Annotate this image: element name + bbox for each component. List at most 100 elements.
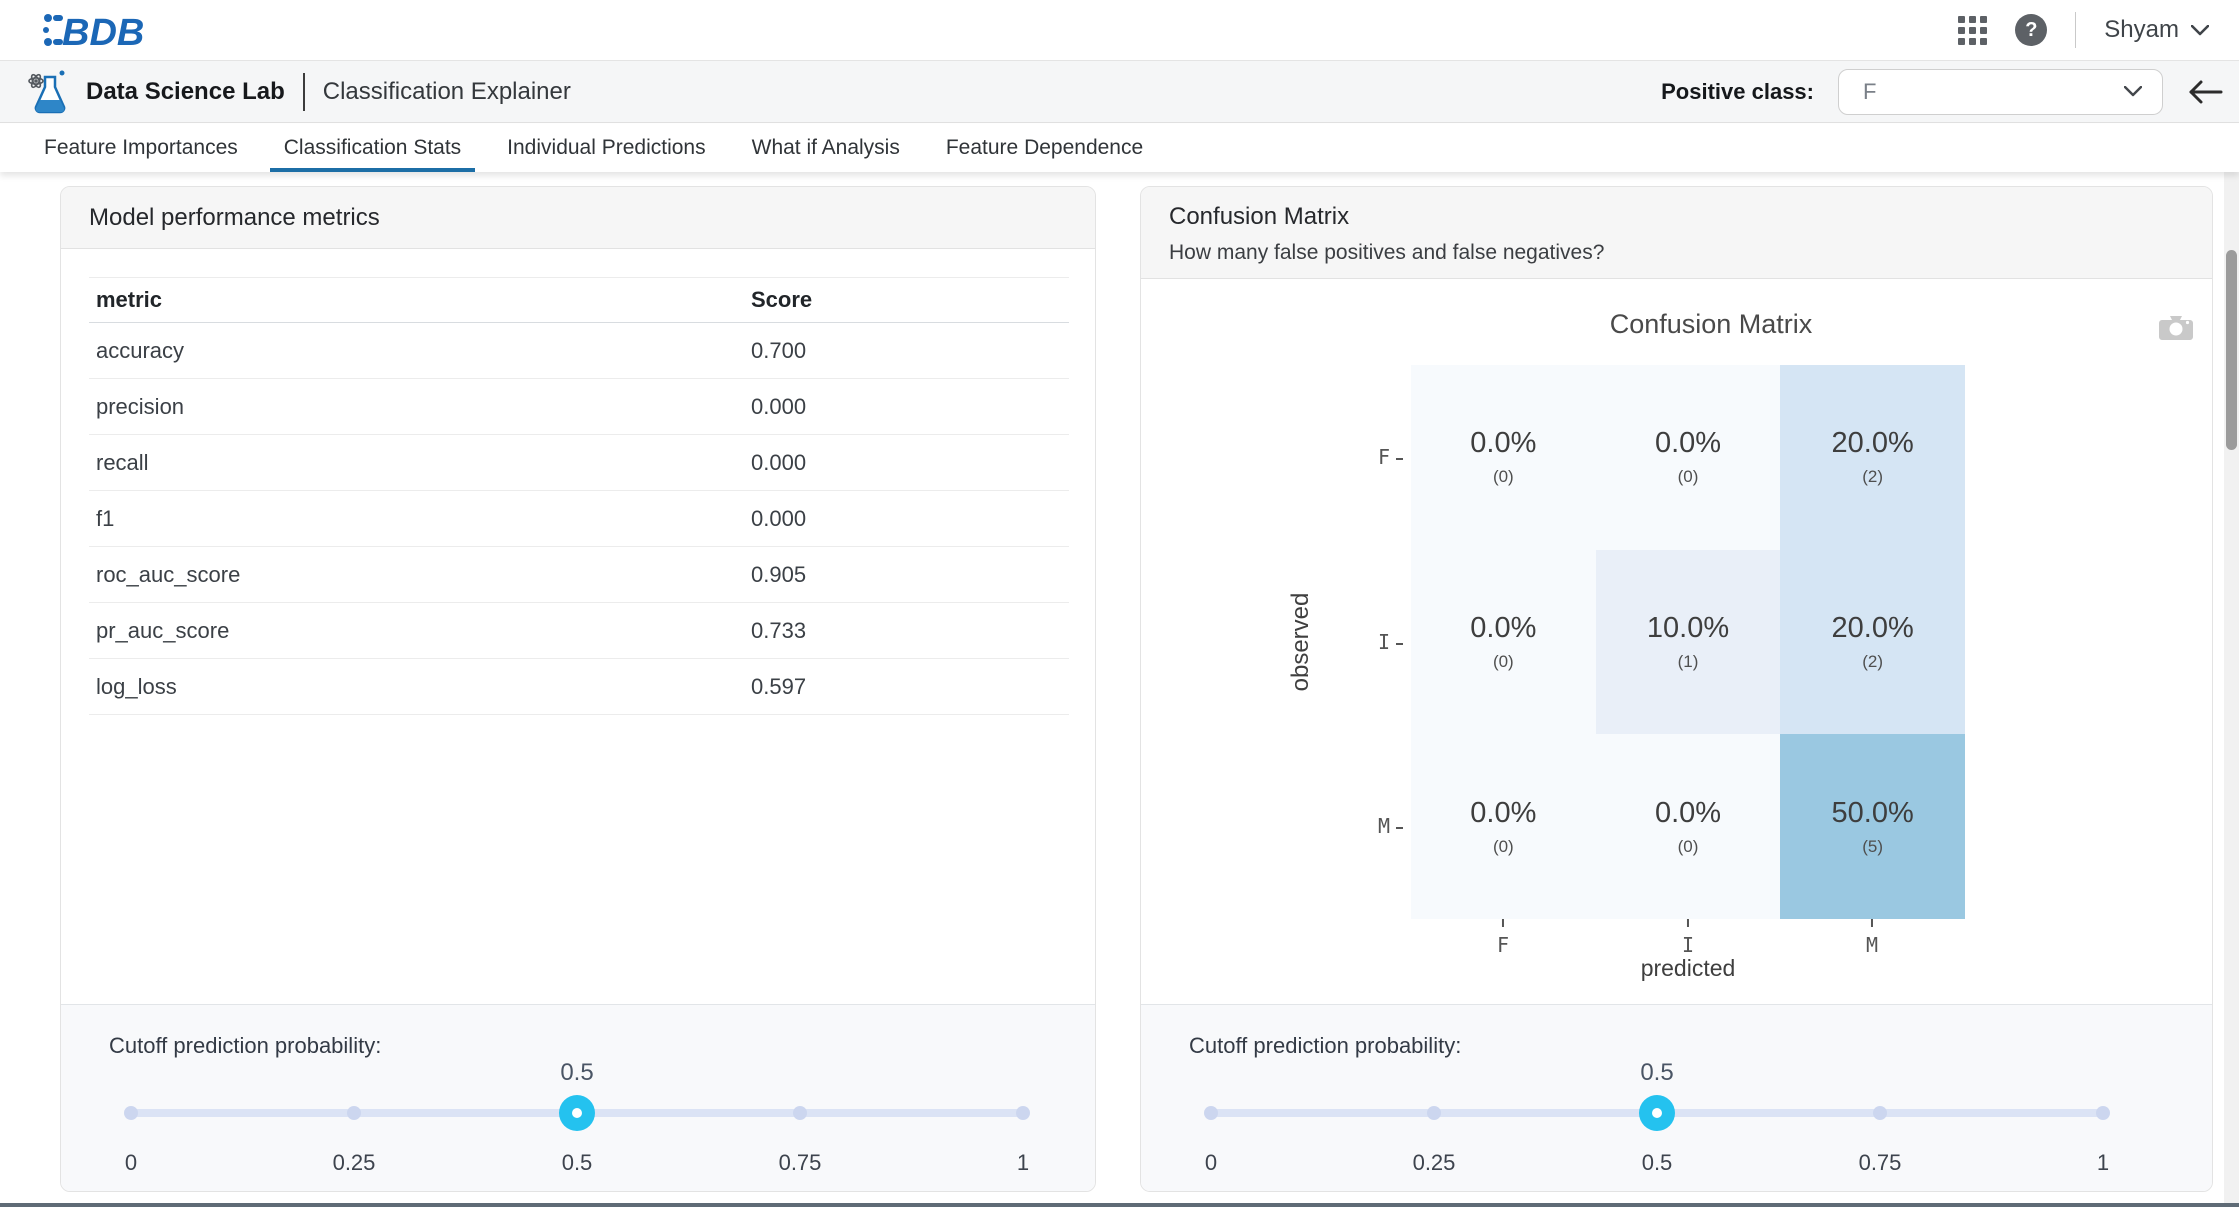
confusion-matrix-header: Confusion Matrix How many false positive… [1141,187,2212,279]
heatmap-cell-F-I[interactable]: 0.0% (0) [1596,365,1781,550]
heatmap-cell-M-F[interactable]: 0.0% (0) [1411,734,1596,919]
table-row: log_loss 0.597 [89,659,1069,715]
slider-scale-label: 1 [1017,1150,1029,1176]
plot-title: Confusion Matrix [1610,309,1813,340]
cell-count: (2) [1862,467,1883,487]
confusion-matrix-heatmap[interactable]: 0.0% (0) 0.0% (0) 20.0% (2) 0.0% (0) 10.… [1411,365,1965,919]
topbar-divider [2075,12,2076,48]
heatmap-cell-F-F[interactable]: 0.0% (0) [1411,365,1596,550]
svg-text:BDB: BDB [62,12,144,54]
scrollbar-thumb[interactable] [2226,250,2237,450]
slider-tick [1427,1106,1441,1120]
heatmap-cell-I-F[interactable]: 0.0% (0) [1411,550,1596,735]
heatmap-cell-F-M[interactable]: 20.0% (2) [1780,365,1965,550]
xtick-M: M [1866,919,1878,957]
metric-name: recall [89,450,751,476]
metric-name: log_loss [89,674,751,700]
slider-scale-label: 0.75 [1859,1150,1902,1176]
cell-percent: 0.0% [1470,427,1536,460]
slider-tick [793,1106,807,1120]
cell-count: (5) [1862,837,1883,857]
slider-scale-label: 0.25 [333,1150,376,1176]
slider-handle[interactable] [559,1095,595,1131]
heatmap-cell-M-M[interactable]: 50.0% (5) [1780,734,1965,919]
cell-percent: 0.0% [1655,797,1721,830]
user-menu[interactable]: Shyam [2104,16,2209,44]
heatmap-cell-I-M[interactable]: 20.0% (2) [1780,550,1965,735]
metrics-table-header: metric Score [89,278,1069,323]
xaxis-title: predicted [1641,955,1736,982]
cell-count: (0) [1678,467,1699,487]
app-header-bar: Data Science Lab Classification Explaine… [0,61,2239,123]
help-icon[interactable]: ? [2015,14,2047,46]
cell-count: (0) [1493,837,1514,857]
window-bottom-edge [0,1203,2239,1207]
confusion-matrix-title: Confusion Matrix [1169,203,2212,231]
back-arrow-button[interactable] [2187,79,2223,105]
data-science-lab-icon [28,69,70,115]
table-row: recall 0.000 [89,435,1069,491]
ytick-I: I [1291,630,1403,654]
cell-count: (2) [1862,652,1883,672]
table-row: accuracy 0.700 [89,323,1069,379]
metric-score: 0.000 [751,394,1069,420]
positive-class-value: F [1863,79,1876,105]
cell-percent: 0.0% [1470,797,1536,830]
slider-tick [347,1106,361,1120]
slider-scale-label: 0 [1205,1150,1217,1176]
slider-value: 0.5 [560,1059,593,1087]
ytick-M: M [1291,814,1403,838]
metric-name: f1 [89,506,751,532]
cell-percent: 10.0% [1647,612,1729,645]
metric-name: pr_auc_score [89,618,751,644]
classification-explainer-app: BDB ? Shyam [0,0,2239,1207]
tab-what-if-analysis[interactable]: What if Analysis [738,124,914,172]
camera-icon[interactable] [2159,313,2193,341]
cell-percent: 0.0% [1655,427,1721,460]
metric-score: 0.905 [751,562,1069,588]
cell-percent: 50.0% [1832,797,1914,830]
tab-classification-stats[interactable]: Classification Stats [270,124,475,172]
user-name: Shyam [2104,16,2179,44]
metric-score: 0.597 [751,674,1069,700]
xtick-I: I [1682,919,1694,957]
slider-scale-label: 1 [2097,1150,2109,1176]
slider-scale-label: 0.25 [1413,1150,1456,1176]
app-title: Data Science Lab [86,78,285,106]
table-row: roc_auc_score 0.905 [89,547,1069,603]
metric-score: 0.733 [751,618,1069,644]
heatmap-cell-I-I[interactable]: 10.0% (1) [1596,550,1781,735]
cutoff-section: Cutoff prediction probability: 0.5 0 0.2… [1141,1004,2212,1191]
score-column-header: Score [751,287,1069,313]
tab-individual-predictions[interactable]: Individual Predictions [493,124,719,172]
slider-value: 0.5 [1640,1059,1673,1087]
model-performance-title: Model performance metrics [89,204,380,232]
apps-grid-icon[interactable] [1958,16,1987,45]
cell-count: (0) [1678,837,1699,857]
cell-percent: 20.0% [1832,427,1914,460]
tabs-bar: Feature Importances Classification Stats… [0,124,2239,172]
confusion-matrix-subtitle: How many false positives and false negat… [1169,241,2212,265]
tab-feature-dependence[interactable]: Feature Dependence [932,124,1157,172]
positive-class-select[interactable]: F [1838,69,2163,115]
tab-feature-importances[interactable]: Feature Importances [30,124,252,172]
slider-tick [1016,1106,1030,1120]
metrics-table: metric Score accuracy 0.700 precision 0.… [89,277,1069,715]
vertical-scrollbar[interactable] [2224,172,2239,1207]
table-row: pr_auc_score 0.733 [89,603,1069,659]
confusion-matrix-panel: Confusion Matrix How many false positive… [1140,186,2213,1192]
cell-percent: 0.0% [1470,612,1536,645]
slider-handle[interactable] [1639,1095,1675,1131]
positive-class-label: Positive class: [1661,79,1814,105]
confusion-matrix-plot: Confusion Matrix observed F I M 0.0% (0)… [1141,279,2212,1004]
model-performance-header: Model performance metrics [61,187,1095,249]
chevron-down-icon [2191,25,2209,36]
metric-score: 0.000 [751,450,1069,476]
model-performance-panel: Model performance metrics metric Score a… [60,186,1096,1192]
cutoff-slider: 0.5 0 0.25 0.5 0.75 1 [131,1005,1023,1192]
slider-tick [1204,1106,1218,1120]
cutoff-section: Cutoff prediction probability: 0.5 0 0.2… [61,1004,1095,1191]
bdb-logo[interactable]: BDB [40,8,160,54]
heatmap-cell-M-I[interactable]: 0.0% (0) [1596,734,1781,919]
metric-name: accuracy [89,338,751,364]
